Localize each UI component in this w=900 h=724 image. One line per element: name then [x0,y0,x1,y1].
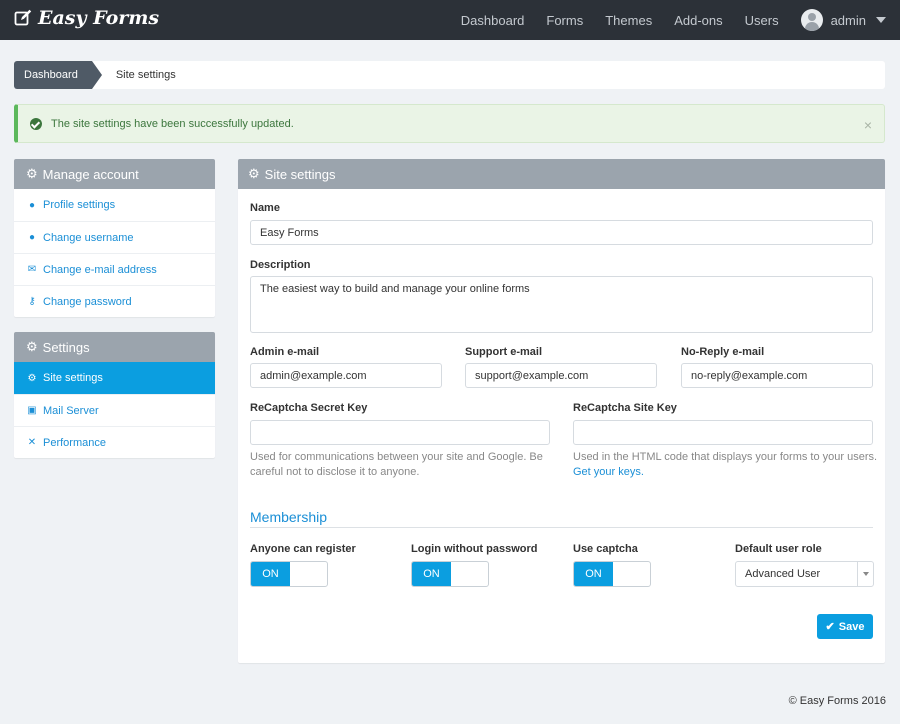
support-email-input[interactable] [465,363,657,388]
tools-icon: ✕ [27,437,37,448]
name-input[interactable] [250,220,873,245]
noreply-email-label: No-Reply e-mail [681,346,765,358]
brand-name: Easy Forms [38,7,160,29]
mailbox-icon: ▣ [27,405,37,416]
nav-users[interactable]: Users [745,13,779,28]
settings-header: ⚙ Settings [14,332,215,362]
breadcrumb-dashboard[interactable]: Dashboard [14,61,102,89]
breadcrumb-current: Site settings [115,69,176,81]
save-button[interactable]: ✔ Save [817,614,873,639]
main-nav: Dashboard Forms Themes Add-ons Users adm… [439,0,886,40]
sidebar-item-performance[interactable]: ✕ Performance [14,426,215,458]
chevron-down-icon [876,17,886,23]
default-user-role-label: Default user role [735,543,822,555]
nav-dashboard[interactable]: Dashboard [461,13,525,28]
recaptcha-site-input[interactable] [573,420,873,445]
gears-icon: ⚙ [248,166,260,181]
sidebar-item-label: Profile settings [43,199,116,211]
brand-logo[interactable]: Easy Forms [14,7,159,29]
chevron-down-icon [857,562,873,586]
site-settings-panel: ⚙ Site settings Name Description The eas… [238,159,885,663]
nav-forms[interactable]: Forms [546,13,583,28]
noreply-email-input[interactable] [681,363,873,388]
sidebar-item-label: Change e-mail address [43,263,157,276]
settings-panel: ⚙ Settings ⚙ Site settings ▣ Mail Server… [14,332,215,458]
toggle-on-label: ON [412,562,451,586]
use-captcha-toggle[interactable]: ON [573,561,651,587]
sidebar-item-change-password[interactable]: ⚷ Change password [14,285,215,317]
success-alert: The site settings have been successfully… [14,104,885,143]
gear-icon: ⚙ [26,339,38,354]
name-label: Name [250,202,280,214]
sidebar-item-change-username[interactable]: ● Change username [14,221,215,253]
manage-account-header: ⚙ Manage account [14,159,215,189]
manage-account-panel: ⚙ Manage account ● Profile settings ● Ch… [14,159,215,317]
use-captcha-label: Use captcha [573,543,638,555]
anyone-can-register-label: Anyone can register [250,543,356,555]
check-circle-icon [30,117,42,130]
nav-addons[interactable]: Add-ons [674,13,722,28]
recaptcha-site-label: ReCaptcha Site Key [573,402,677,414]
recaptcha-site-help-text: Used in the HTML code that displays your… [573,451,878,463]
settings-title: Settings [42,339,90,355]
breadcrumb: Dashboard Site settings [14,61,885,89]
support-email-label: Support e-mail [465,346,543,358]
sidebar-item-profile-settings[interactable]: ● Profile settings [14,189,215,221]
toggle-on-label: ON [251,562,290,586]
footer-copyright: © Easy Forms 2016 [788,695,886,707]
sidebar-item-site-settings[interactable]: ⚙ Site settings [14,362,215,394]
top-navbar: Easy Forms Dashboard Forms Themes Add-on… [0,0,900,40]
get-keys-link[interactable]: Get your keys. [573,466,644,478]
default-user-role-value: Advanced User [745,568,821,580]
sidebar-item-label: Change password [43,295,132,308]
save-label: Save [838,620,865,633]
key-icon: ⚷ [28,296,36,307]
close-icon[interactable]: × [864,117,872,133]
user-name: admin [830,12,866,28]
site-settings-title: Site settings [264,166,336,182]
gears-icon: ⚙ [27,372,37,384]
anyone-can-register-toggle[interactable]: ON [250,561,328,587]
recaptcha-secret-label: ReCaptcha Secret Key [250,402,368,414]
recaptcha-secret-input[interactable] [250,420,550,445]
nav-themes[interactable]: Themes [605,13,652,28]
sidebar-item-mail-server[interactable]: ▣ Mail Server [14,394,215,426]
login-without-password-toggle[interactable]: ON [411,561,489,587]
alert-message: The site settings have been successfully… [51,117,294,130]
check-icon: ✔ [825,621,835,633]
user-edit-icon: ● [28,232,36,243]
edit-icon [14,9,32,26]
admin-email-label: Admin e-mail [250,346,320,358]
sidebar-item-label: Site settings [43,372,103,384]
sidebar-item-label: Change username [43,231,134,244]
sidebar-item-change-email[interactable]: ✉ Change e-mail address [14,253,215,285]
recaptcha-site-help: Used in the HTML code that displays your… [573,450,878,480]
membership-title: Membership [250,509,873,528]
sidebar-item-label: Performance [43,436,106,449]
default-user-role-select[interactable]: Advanced User [735,561,874,587]
description-textarea[interactable]: The easiest way to build and manage your… [250,276,873,333]
site-settings-header: ⚙ Site settings [238,159,885,189]
user-menu[interactable]: admin [800,9,886,31]
envelope-icon: ✉ [27,264,37,275]
recaptcha-secret-help: Used for communications between your sit… [250,451,543,478]
gear-icon: ⚙ [26,166,38,181]
manage-account-title: Manage account [42,166,139,182]
sidebar-item-label: Mail Server [43,404,99,417]
avatar [800,9,823,31]
user-icon: ● [28,199,36,211]
admin-email-input[interactable] [250,363,442,388]
toggle-on-label: ON [574,562,613,586]
description-label: Description [250,259,311,271]
login-without-password-label: Login without password [411,543,538,555]
